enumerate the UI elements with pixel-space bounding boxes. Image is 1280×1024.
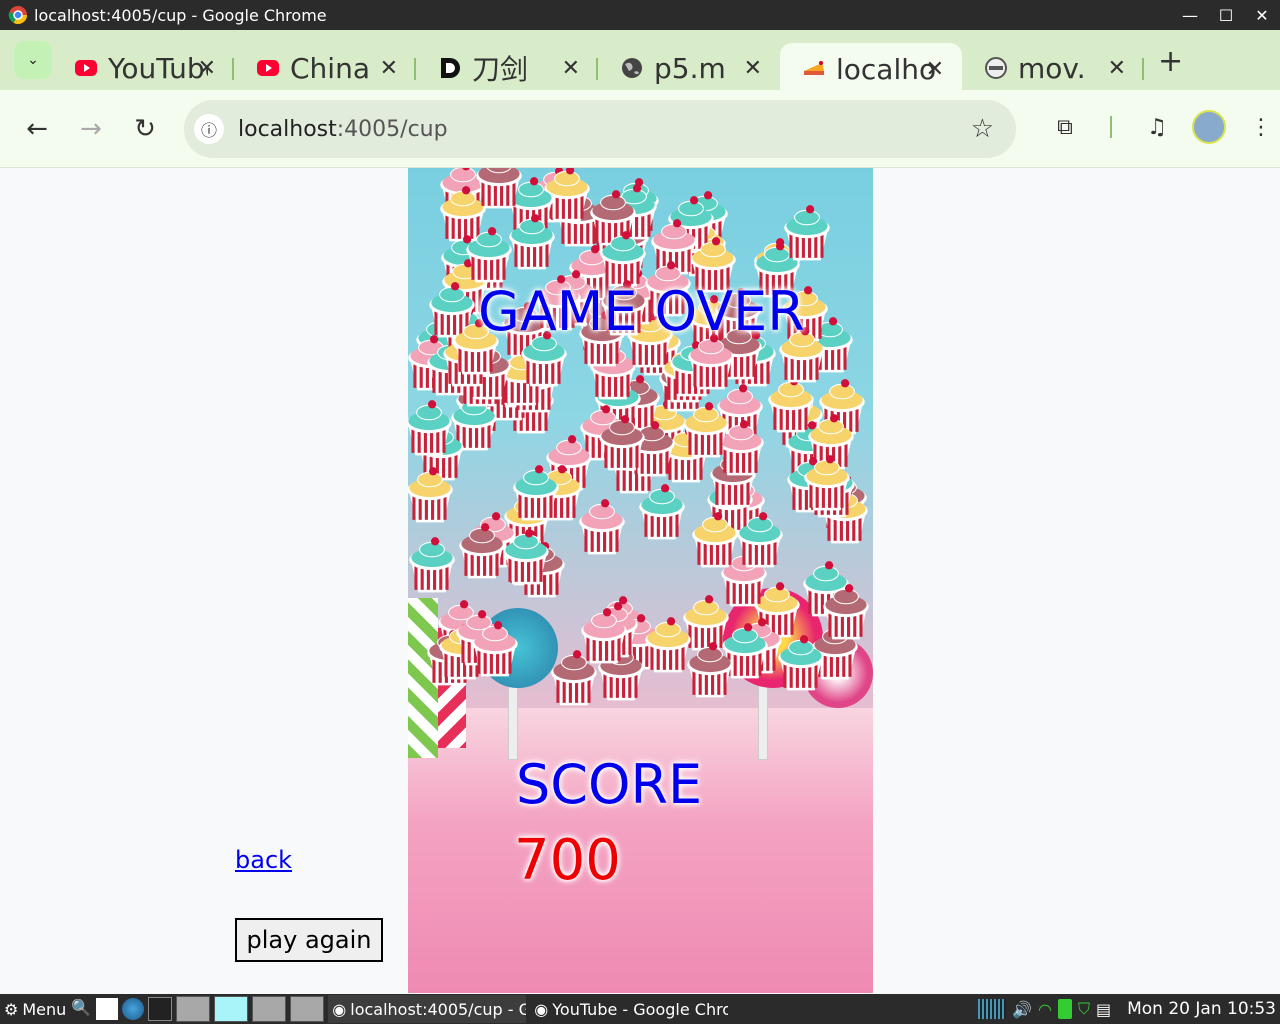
tab-label: China <box>290 51 370 85</box>
tab-strip: ⌄ YouTube ✕ China ✕ 刀剑 ✕ p <box>0 30 1280 95</box>
file-manager-icon[interactable] <box>96 998 119 1020</box>
workspace-4[interactable] <box>290 996 325 1022</box>
cupcake <box>804 455 850 511</box>
cupcake <box>466 227 512 283</box>
tab-daojian[interactable]: 刀剑 ✕ <box>416 46 598 90</box>
back-link[interactable]: back <box>235 846 292 874</box>
tab-label: mov. <box>1018 51 1086 85</box>
close-tab-icon[interactable]: ✕ <box>380 56 398 81</box>
clock[interactable]: Mon 20 Jan 10:53 <box>1127 999 1276 1019</box>
globe-icon <box>622 58 642 78</box>
os-taskbar: ⚙ Menu 🔍 ◉ localhost:4005/cup - Google C… <box>0 994 1280 1024</box>
window-title: localhost:4005/cup - Google Chrome <box>34 5 327 25</box>
tab-label: YouTube <box>108 51 208 85</box>
bookmark-star-icon[interactable]: ☆ <box>971 114 994 144</box>
url-path: :4005/cup <box>336 116 448 142</box>
score-value: 700 <box>514 828 621 893</box>
new-tab-icon[interactable]: + <box>1158 44 1183 79</box>
page-content: back play again GAME OVER SCORE 700 <box>0 168 1280 993</box>
address-bar[interactable]: ⓘ localhost:4005/cup ☆ <box>184 100 1016 158</box>
reload-icon[interactable]: ↻ <box>118 114 172 144</box>
toolbar-divider <box>1110 116 1112 138</box>
menu-logo-icon: ⚙ <box>4 999 19 1019</box>
close-tab-icon[interactable]: ✕ <box>198 56 216 81</box>
profile-avatar[interactable] <box>1192 110 1226 144</box>
cupcake <box>599 415 645 471</box>
chrome-icon: ◉ <box>332 999 347 1019</box>
play-again-button[interactable]: play again <box>235 918 383 962</box>
cupcake <box>459 523 505 579</box>
more-menu-icon[interactable]: ⋮ <box>1236 115 1280 140</box>
game-over-text: GAME OVER <box>478 280 805 343</box>
cupcake <box>645 617 691 673</box>
youtube-icon <box>257 60 279 76</box>
cupcake <box>408 467 453 523</box>
site-info-icon[interactable]: ⓘ <box>194 114 224 144</box>
tab-p5[interactable]: p5.m ✕ <box>598 46 780 90</box>
tab-mov[interactable]: mov. ✕ <box>962 46 1144 90</box>
cupcake <box>683 402 729 458</box>
search-icon[interactable]: 🔍 <box>70 998 92 1020</box>
extensions-icon[interactable]: ⧉ <box>1040 115 1090 140</box>
browser-toolbar: ← → ↻ ⓘ localhost:4005/cup ☆ ⧉ ♫ ⋮ <box>0 90 1280 168</box>
chrome-icon <box>8 6 28 25</box>
start-menu-button[interactable]: ⚙ Menu <box>4 1000 66 1019</box>
cupcake <box>784 205 830 261</box>
chrome-icon: ◉ <box>534 999 549 1019</box>
close-window-icon[interactable]: ✕ <box>1244 6 1280 25</box>
shield-icon[interactable]: ⛉ <box>1078 999 1090 1019</box>
maximize-icon[interactable]: ☐ <box>1208 6 1244 25</box>
wifi-icon[interactable]: ◠ <box>1038 1000 1052 1019</box>
terminal-icon[interactable] <box>148 997 173 1021</box>
cupcake <box>692 512 738 568</box>
taskbar-window-localhost[interactable]: ◉ localhost:4005/cup - Google Chrome <box>328 995 527 1023</box>
battery-icon[interactable] <box>1057 999 1072 1019</box>
tab-china[interactable]: China ✕ <box>234 46 416 90</box>
workspace-3[interactable] <box>252 996 287 1022</box>
tab-label: localhost <box>836 52 936 86</box>
minimize-icon[interactable]: — <box>1172 6 1208 25</box>
score-label: SCORE <box>516 753 703 816</box>
game-canvas[interactable]: GAME OVER SCORE 700 <box>408 168 873 993</box>
url-host: localhost <box>238 116 337 142</box>
taskbar-window-youtube[interactable]: ◉ YouTube - Google Chrome <box>530 995 728 1023</box>
window-titlebar: localhost:4005/cup - Google Chrome — ☐ ✕ <box>0 0 1280 30</box>
system-tray: 🔊 ◠ ⛉ ▤ Mon 20 Jan 10:53 <box>978 999 1276 1019</box>
workspace-1[interactable] <box>176 996 211 1022</box>
task-label: YouTube - Google Chrome <box>552 999 729 1019</box>
film-icon <box>985 57 1007 79</box>
tab-divider <box>1142 58 1144 80</box>
browser-icon[interactable] <box>122 998 145 1020</box>
tab-youtube[interactable]: YouTube ✕ <box>52 46 234 90</box>
task-label: localhost:4005/cup - Google Chrome <box>350 999 527 1019</box>
cupcake <box>472 621 518 677</box>
candy-ground-background <box>408 708 873 993</box>
cupcake <box>408 400 452 456</box>
tab-label: p5.m <box>654 51 726 85</box>
network-monitor-icon[interactable] <box>978 999 1007 1019</box>
tab-label: 刀剑 <box>472 53 529 86</box>
youtube-icon <box>75 60 97 76</box>
url-text[interactable]: localhost:4005/cup <box>238 117 448 142</box>
cupcake <box>476 168 522 209</box>
cupcake <box>513 465 559 521</box>
cupcake <box>823 584 869 640</box>
media-control-icon[interactable]: ♫ <box>1132 115 1182 140</box>
clipboard-icon[interactable]: ▤ <box>1096 1000 1111 1019</box>
tab-search-button[interactable]: ⌄ <box>14 41 52 79</box>
cupcake <box>551 650 597 706</box>
workspace-2[interactable] <box>214 996 249 1022</box>
forward-arrow-icon[interactable]: → <box>64 114 118 144</box>
close-tab-icon[interactable]: ✕ <box>744 56 762 81</box>
tab-localhost-active[interactable]: localhost ✕ <box>780 43 962 95</box>
d-logo-icon <box>441 58 460 78</box>
cake-icon <box>804 61 824 75</box>
close-tab-icon[interactable]: ✕ <box>562 56 580 81</box>
chevron-down-icon: ⌄ <box>27 52 39 68</box>
back-arrow-icon[interactable]: ← <box>10 114 64 144</box>
volume-icon[interactable]: 🔊 <box>1012 1000 1032 1019</box>
close-tab-icon[interactable]: ✕ <box>926 57 944 82</box>
close-tab-icon[interactable]: ✕ <box>1108 56 1126 81</box>
menu-label: Menu <box>22 999 67 1019</box>
